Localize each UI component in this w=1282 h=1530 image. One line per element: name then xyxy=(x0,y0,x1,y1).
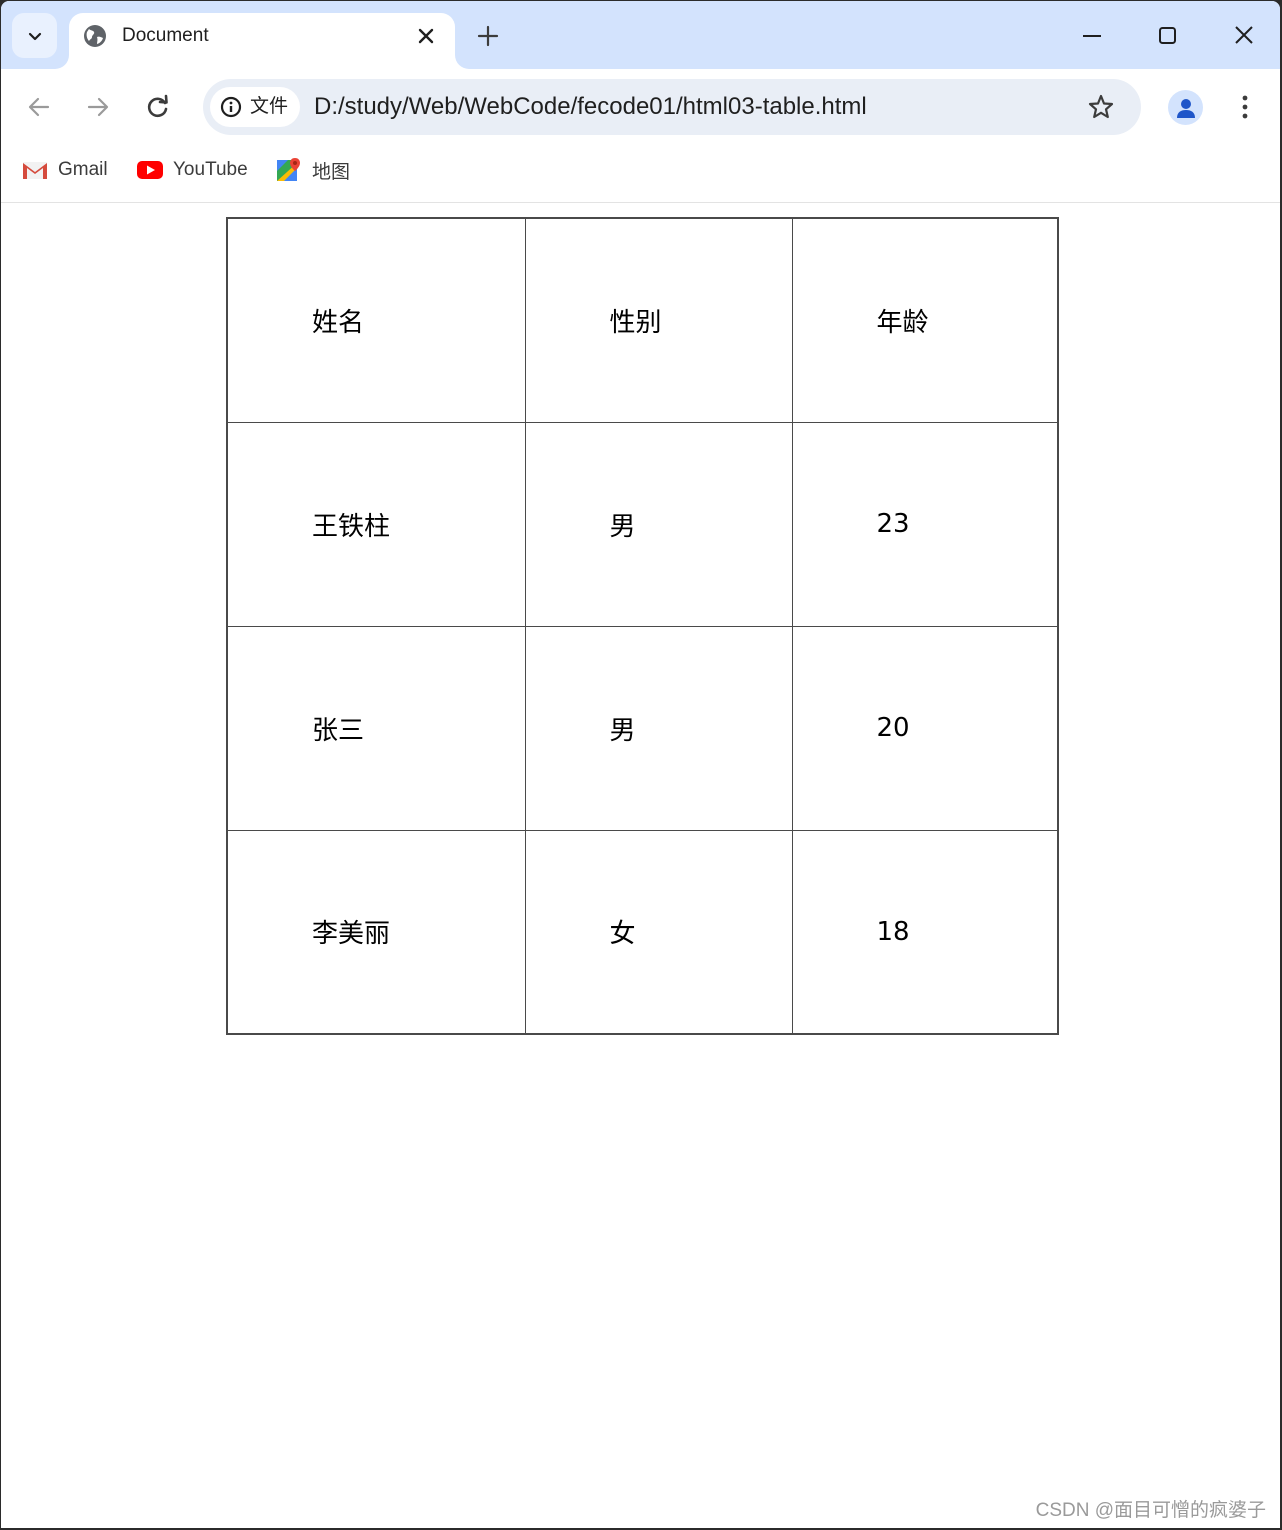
table-row: 李美丽 女 18 xyxy=(226,829,1059,1035)
header-cell-age: 年龄 xyxy=(791,217,1059,423)
tab-search-button[interactable] xyxy=(12,13,57,58)
bookmarks-bar: Gmail YouTube 地图 xyxy=(1,145,1280,203)
new-tab-icon[interactable] xyxy=(475,23,501,49)
table-row: 王铁柱 男 23 xyxy=(226,421,1059,627)
reload-icon[interactable] xyxy=(144,93,172,121)
people-table: 姓名 性别 年龄 王铁柱 男 23 张三 男 20 李美丽 女 18 xyxy=(226,217,1059,1035)
tab-title: Document xyxy=(122,25,209,46)
person-icon xyxy=(1176,98,1195,118)
header-cell-name: 姓名 xyxy=(226,217,526,423)
chevron-down-icon xyxy=(28,32,41,40)
gmail-icon xyxy=(23,162,47,179)
cell-age: 23 xyxy=(791,421,1059,627)
address-bar[interactable]: 文件 D:/study/Web/WebCode/fecode01/html03-… xyxy=(203,79,1141,135)
close-tab-icon[interactable] xyxy=(415,25,437,47)
minimize-icon[interactable] xyxy=(1077,21,1107,51)
cell-gender: 男 xyxy=(524,625,793,831)
youtube-icon xyxy=(137,161,163,179)
site-info-chip[interactable]: 文件 xyxy=(210,87,300,127)
site-chip-label: 文件 xyxy=(250,96,289,117)
browser-tab-active[interactable]: Document xyxy=(69,13,455,69)
maps-icon xyxy=(277,158,300,181)
bookmark-gmail[interactable]: Gmail xyxy=(22,155,108,185)
bookmark-label: YouTube xyxy=(173,159,248,180)
tab-strip: Document xyxy=(1,1,1280,69)
profile-avatar-button[interactable] xyxy=(1168,90,1203,125)
bookmark-label: Gmail xyxy=(58,159,108,180)
more-vert-icon[interactable] xyxy=(1233,93,1257,121)
bookmark-youtube[interactable]: YouTube xyxy=(137,155,248,185)
back-arrow-icon[interactable] xyxy=(25,93,53,121)
cell-name: 王铁柱 xyxy=(226,421,526,627)
bookmark-label: 地图 xyxy=(312,161,351,183)
close-window-icon[interactable] xyxy=(1229,21,1259,51)
bookmark-star-icon[interactable] xyxy=(1087,93,1115,121)
browser-toolbar: 文件 D:/study/Web/WebCode/fecode01/html03-… xyxy=(1,69,1280,145)
maximize-icon[interactable] xyxy=(1152,21,1182,51)
cell-name: 张三 xyxy=(226,625,526,831)
csdn-watermark: CSDN @面目可憎的疯婆子 xyxy=(1035,1500,1266,1521)
header-cell-gender: 性别 xyxy=(524,217,793,423)
cell-gender: 男 xyxy=(524,421,793,627)
table-header-row: 姓名 性别 年龄 xyxy=(226,217,1059,423)
cell-age: 18 xyxy=(791,829,1059,1035)
info-icon xyxy=(220,96,242,118)
cell-gender: 女 xyxy=(524,829,793,1035)
globe-icon xyxy=(84,25,106,47)
page-content: 姓名 性别 年龄 王铁柱 男 23 张三 男 20 李美丽 女 18 CSDN … xyxy=(1,204,1280,1528)
table-row: 张三 男 20 xyxy=(226,625,1059,831)
browser-window: Document 文件 D:/study/Web/WebCode/fecode0… xyxy=(1,1,1280,1528)
cell-age: 20 xyxy=(791,625,1059,831)
url-text[interactable]: D:/study/Web/WebCode/fecode01/html03-tab… xyxy=(314,93,867,121)
cell-name: 李美丽 xyxy=(226,829,526,1035)
forward-arrow-icon[interactable] xyxy=(84,93,112,121)
bookmark-maps[interactable]: 地图 xyxy=(276,155,350,185)
